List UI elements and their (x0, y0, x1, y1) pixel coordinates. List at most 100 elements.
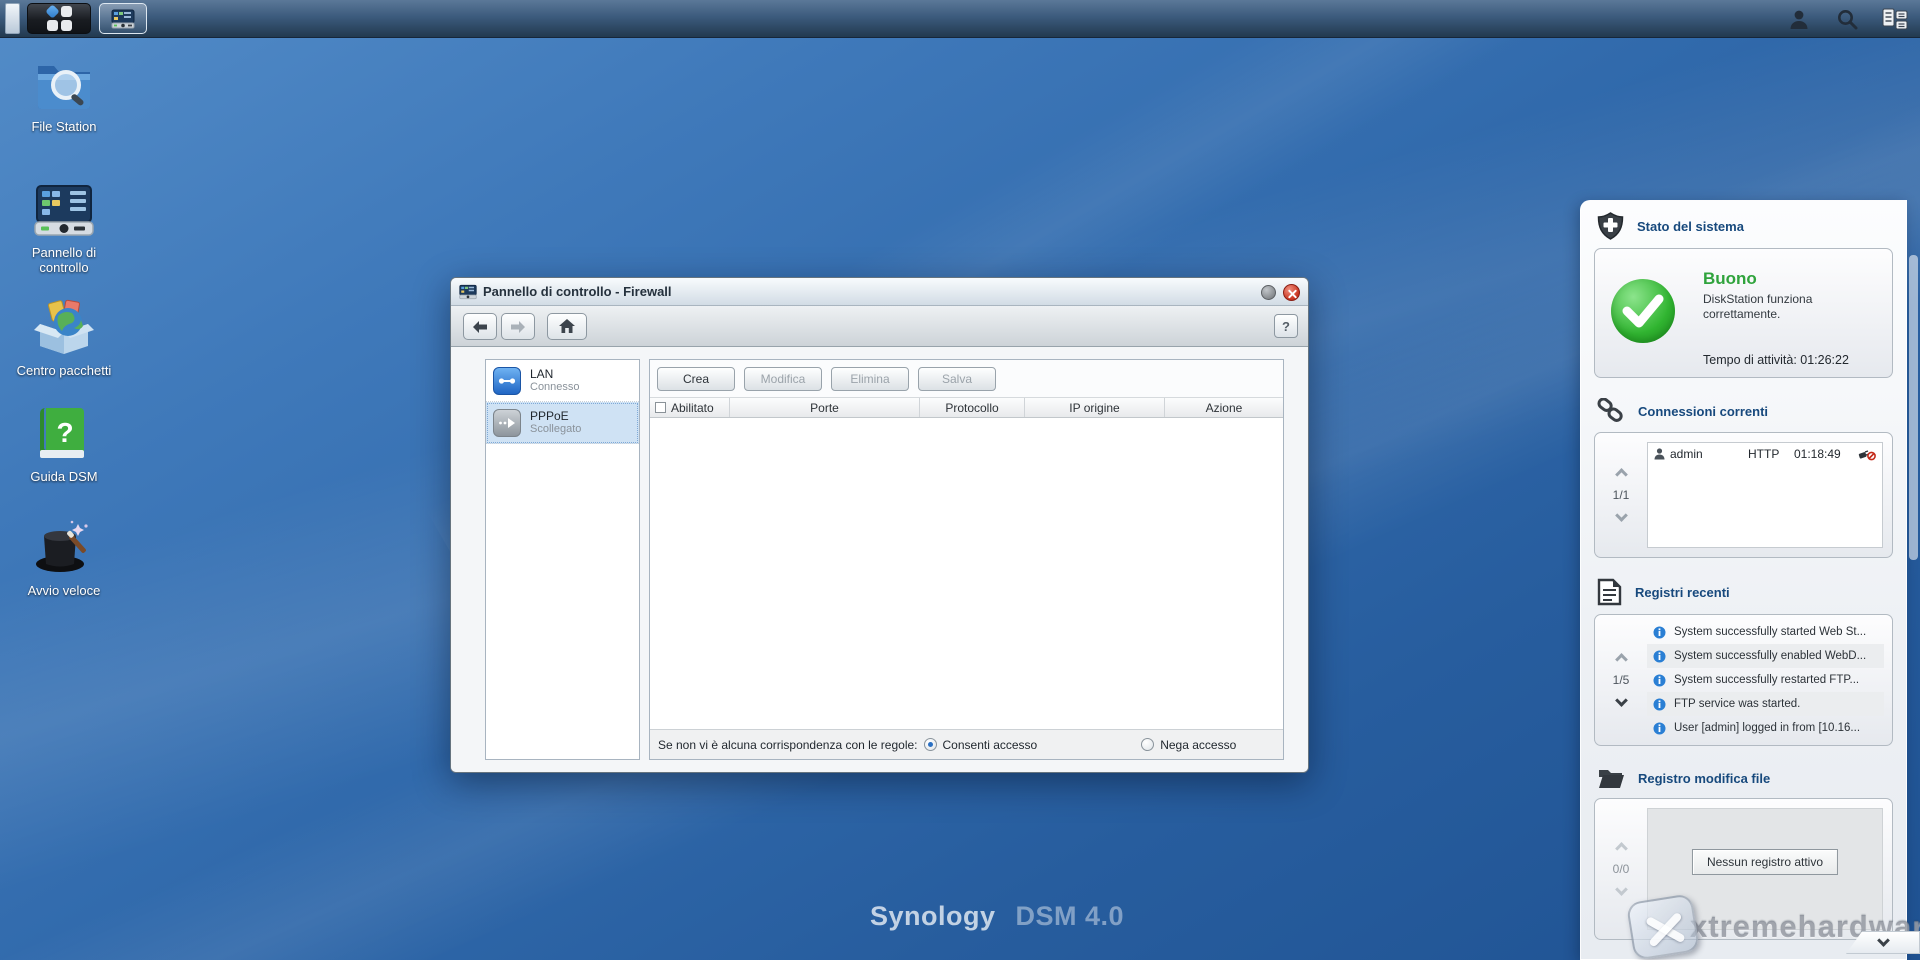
info-icon (1653, 626, 1666, 638)
main-menu-button[interactable] (27, 3, 91, 34)
info-icon (1653, 698, 1666, 710)
desktop-icon-label: Guida DSM (30, 469, 98, 484)
desktop-icon-control-panel[interactable]: Pannello di controllo (8, 178, 120, 275)
lan-icon (493, 366, 521, 395)
rules-table-header: Abilitato Porte Protocollo IP origine Az… (650, 397, 1283, 418)
svg-text:?: ? (56, 417, 73, 448)
log-entry[interactable]: System successfully enabled WebD... (1647, 644, 1884, 668)
info-icon (1653, 722, 1666, 734)
page-up-icon[interactable] (1614, 468, 1628, 481)
allow-access-radio[interactable] (923, 738, 937, 751)
desktop-icon-label: File Station (31, 119, 97, 134)
user-icon[interactable] (1786, 6, 1812, 32)
show-desktop-button[interactable] (5, 3, 20, 34)
recent-logs-panel: 1/5 System successfully started Web St..… (1594, 614, 1893, 746)
desktop-icon-label: Avvio veloce (27, 583, 101, 598)
no-active-log-button[interactable]: Nessun registro attivo (1691, 849, 1839, 875)
user-mini-icon (1654, 448, 1665, 460)
interface-item-lan[interactable]: LAN Connesso (486, 360, 639, 402)
uptime-label: Tempo di attività: 01:26:22 (1703, 353, 1849, 367)
save-button[interactable]: Salva (918, 366, 996, 391)
column-header-action[interactable]: Azione (1165, 398, 1283, 417)
minimize-button[interactable] (1261, 285, 1276, 300)
package-center-icon (32, 296, 96, 360)
status-value: Buono (1703, 269, 1757, 288)
desktop-icon-quick-start[interactable]: Avvio veloce (8, 516, 120, 598)
log-entry[interactable]: FTP service was started. (1647, 692, 1884, 716)
column-header-enabled[interactable]: Abilitato (650, 398, 730, 417)
close-button[interactable] (1283, 284, 1300, 301)
desktop: File Station Pannello di controllo Centr… (0, 0, 1920, 960)
pilot-view-icon[interactable] (1882, 6, 1908, 32)
page-up-icon[interactable] (1614, 842, 1628, 855)
delete-button[interactable]: Elimina (831, 366, 909, 391)
desktop-icon-file-station[interactable]: File Station (8, 52, 120, 134)
column-header-source-ip[interactable]: IP origine (1025, 398, 1165, 417)
connections-panel: 1/1 admin HTTP 01:18:49 (1594, 432, 1893, 558)
rules-footer: Se non vi è alcuna corrispondenza con le… (650, 729, 1283, 759)
edit-button[interactable]: Modifica (744, 366, 822, 391)
interface-name: LAN (530, 367, 554, 381)
connection-user: admin (1670, 447, 1703, 461)
log-entry[interactable]: User [admin] logged in from [10.16... (1647, 716, 1884, 740)
section-title: Connessioni correnti (1638, 403, 1769, 419)
back-button[interactable] (463, 313, 497, 340)
help-button[interactable]: ? (1274, 314, 1298, 338)
connection-row[interactable]: admin HTTP 01:18:49 (1648, 443, 1882, 465)
interface-status: Scollegato (530, 423, 582, 435)
page-up-icon[interactable] (1614, 653, 1628, 666)
file-station-icon (32, 52, 96, 116)
page-down-icon[interactable] (1614, 509, 1628, 522)
window-titlebar[interactable]: Pannello di controllo - Firewall (451, 278, 1308, 306)
system-widget-panel: Stato del sistema Buono DiskStation funz… (1580, 200, 1907, 960)
forward-arrow-icon (511, 320, 525, 333)
chevron-down-icon (1876, 934, 1890, 947)
window-title-icon (459, 284, 477, 299)
section-title: Registri recenti (1635, 584, 1730, 600)
log-entry[interactable]: System successfully restarted FTP... (1647, 668, 1884, 692)
disconnect-icon[interactable] (1858, 448, 1876, 461)
taskbar-item-control-panel[interactable] (99, 3, 147, 34)
allow-access-label: Consenti accesso (942, 737, 1038, 752)
file-log-header: Registro modifica file (1581, 755, 1906, 795)
quick-start-icon (32, 516, 96, 580)
home-icon (559, 319, 575, 333)
column-header-protocol[interactable]: Protocollo (920, 398, 1025, 417)
search-icon[interactable] (1834, 6, 1860, 32)
interface-name: PPPoE (530, 409, 569, 423)
status-good-icon (1611, 279, 1675, 343)
shield-icon (1597, 212, 1624, 240)
desktop-icon-package-center[interactable]: Centro pacchetti (8, 296, 120, 378)
control-panel-mini-icon (111, 9, 135, 28)
page-down-icon[interactable] (1614, 694, 1628, 707)
sidebar-scrollbar[interactable] (1909, 255, 1918, 560)
page-down-icon[interactable] (1614, 883, 1628, 896)
section-title: Stato del sistema (1637, 218, 1744, 234)
deny-access-radio[interactable] (1141, 738, 1155, 751)
rules-toolbar: Crea Modifica Elimina Salva (650, 360, 1283, 397)
desktop-icon-label: Pannello di controllo (31, 245, 97, 275)
log-entry[interactable]: System successfully started Web St... (1647, 620, 1884, 644)
select-all-checkbox[interactable] (655, 402, 666, 413)
status-description: DiskStation funziona correttamente. (1703, 292, 1813, 321)
info-icon (1653, 674, 1666, 686)
window-content: LAN Connesso PPPoE Scollegato Crea Modif… (451, 347, 1308, 772)
desktop-icon-dsm-help[interactable]: ? Guida DSM (8, 402, 120, 484)
section-title: Registro modifica file (1638, 770, 1771, 786)
info-icon (1653, 650, 1666, 662)
system-status-panel: Buono DiskStation funziona correttamente… (1594, 248, 1893, 378)
page-indicator: 0/0 (1612, 862, 1630, 876)
create-button[interactable]: Crea (657, 366, 735, 391)
log-list: System successfully started Web St... Sy… (1647, 620, 1884, 740)
interface-item-pppoe[interactable]: PPPoE Scollegato (486, 402, 639, 444)
log-document-icon (1597, 578, 1622, 606)
home-button[interactable] (547, 313, 587, 340)
column-header-ports[interactable]: Porte (730, 398, 920, 417)
synology-logo: Synology (870, 901, 996, 931)
firewall-rules-panel: Crea Modifica Elimina Salva Abilitato Po… (649, 359, 1284, 760)
connections-header: Connessioni correnti (1581, 387, 1906, 429)
xtremehardware-logo (1625, 893, 1701, 960)
page-indicator: 1/1 (1612, 488, 1630, 502)
rules-table-body (650, 418, 1283, 729)
forward-button[interactable] (501, 313, 535, 340)
